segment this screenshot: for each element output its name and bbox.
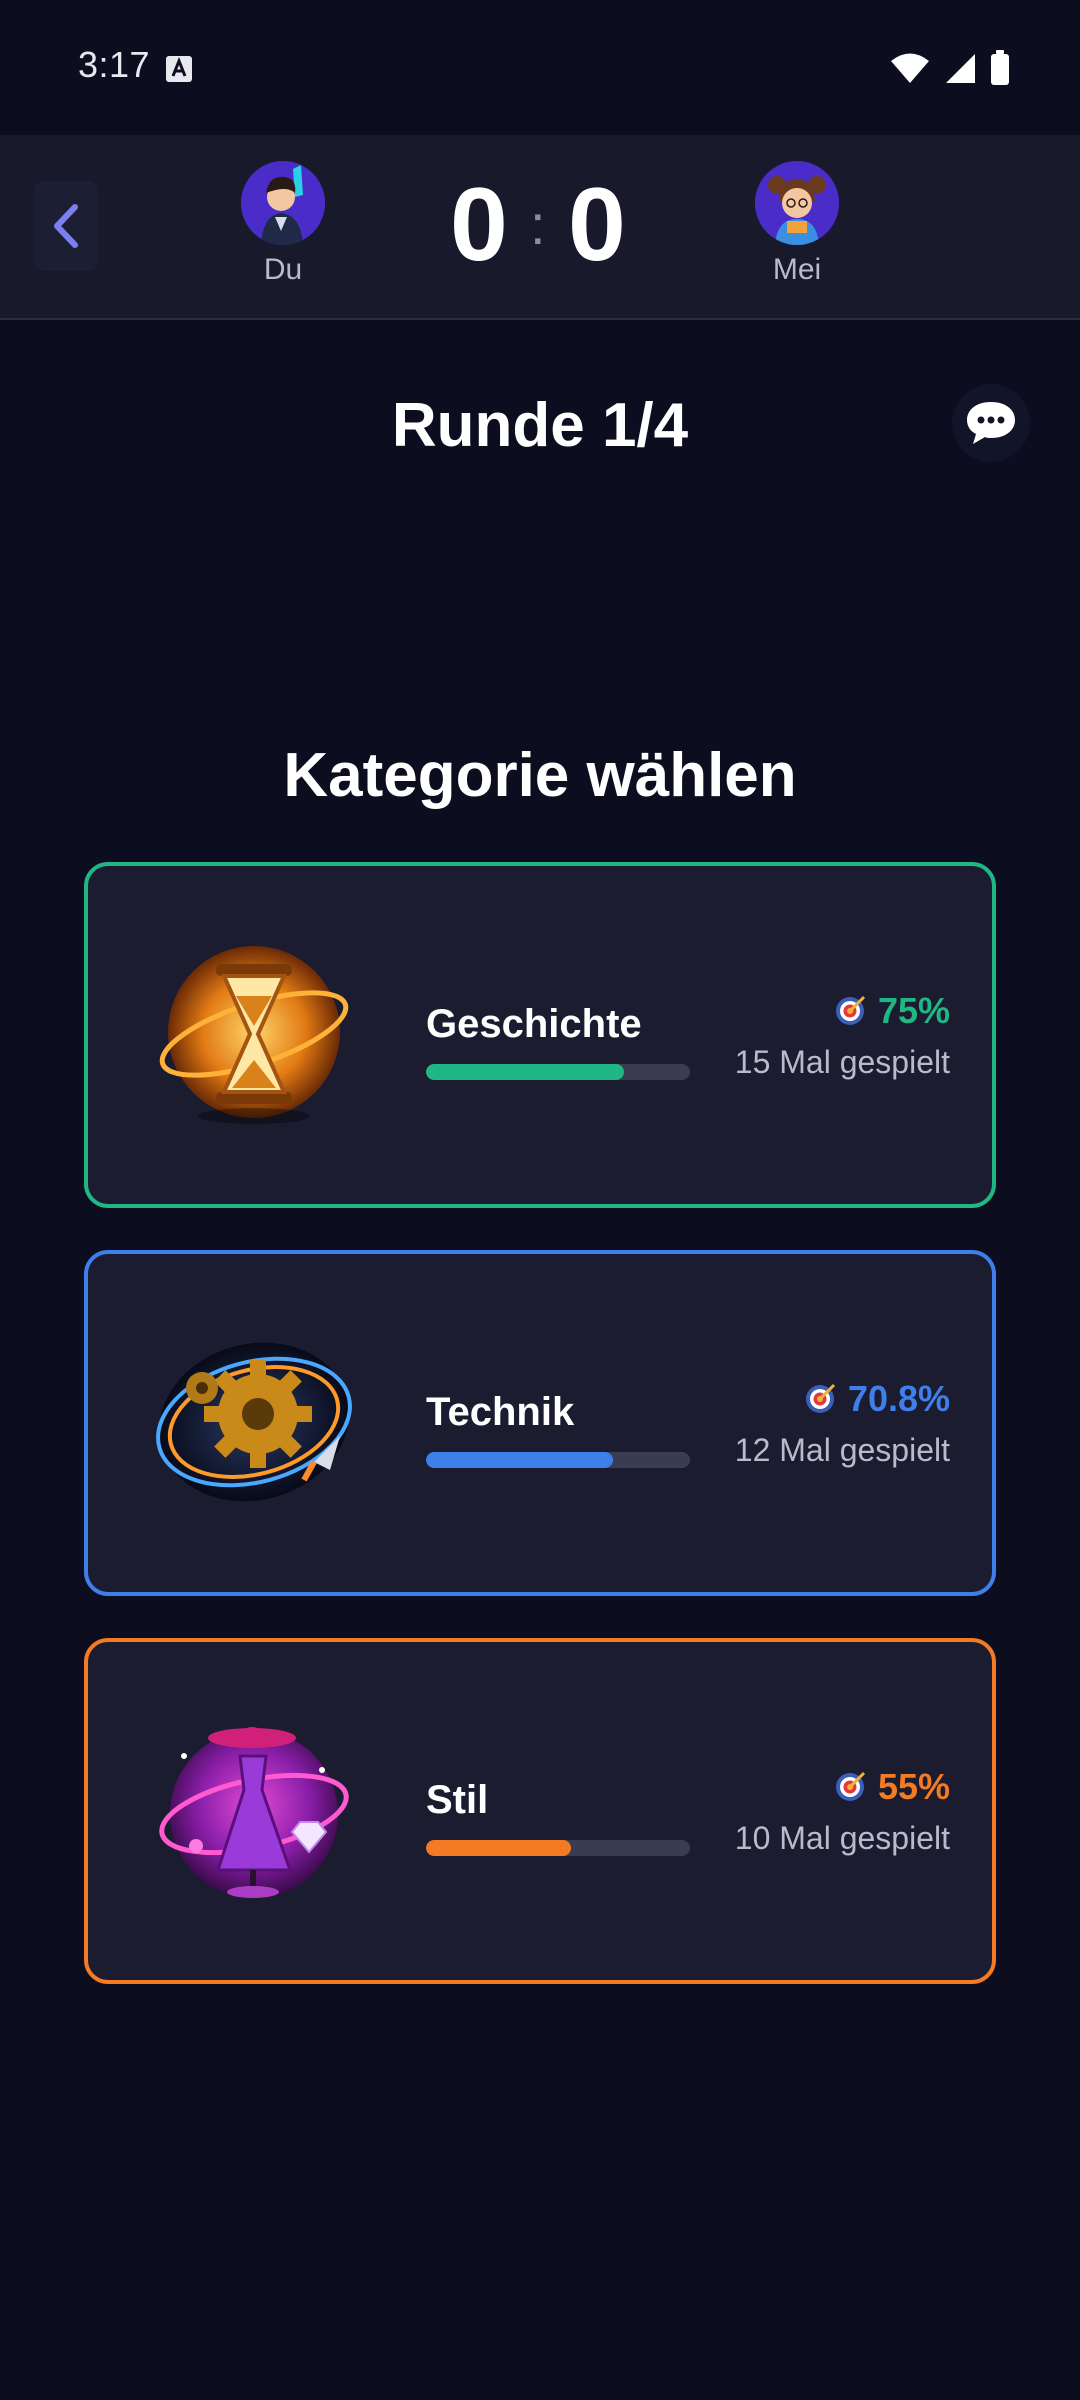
category-name: Geschichte	[426, 1002, 642, 1046]
player-opponent: Mei	[732, 161, 862, 287]
success-rate: 70.8%	[802, 1378, 950, 1420]
category-card-stil[interactable]: Stil 55% 10 Mal gespielt	[84, 1638, 996, 1984]
times-played: 10 Mal gespielt	[734, 1820, 950, 1856]
status-bar: 3:17	[0, 0, 1080, 135]
progress-bar	[426, 1840, 690, 1856]
chat-button[interactable]	[952, 384, 1030, 462]
player-name: Du	[263, 253, 303, 286]
avatar	[241, 161, 325, 245]
score-header: Du 0 : 0 Mei	[0, 135, 1080, 320]
progress-bar	[426, 1064, 690, 1080]
battery-icon	[991, 50, 1009, 85]
category-card-technik[interactable]: Technik 70.8% 12 Mal gespielt	[84, 1250, 996, 1596]
wifi-icon	[891, 53, 929, 83]
times-played: 12 Mal gespielt	[734, 1432, 950, 1468]
target-icon	[835, 995, 865, 1025]
back-button[interactable]	[34, 181, 98, 271]
avatar	[755, 161, 839, 245]
score-separator: :	[530, 193, 546, 256]
rate-value: 70.8%	[847, 1378, 950, 1419]
signal-icon	[946, 54, 975, 83]
chevron-left-icon	[54, 204, 78, 248]
player-self: Du	[218, 161, 348, 287]
section-title: Kategorie wählen	[283, 741, 797, 810]
round-title: Runde 1/4	[391, 391, 689, 460]
hourglass-icon	[154, 934, 354, 1134]
success-rate: 75%	[832, 990, 950, 1032]
progress-fill	[426, 1452, 613, 1468]
times-played: 15 Mal gespielt	[734, 1044, 950, 1080]
rate-value: 75%	[877, 990, 950, 1031]
player-name: Mei	[772, 253, 822, 286]
progress-bar	[426, 1452, 690, 1468]
keyboard-a-icon	[166, 56, 192, 82]
score-self: 0	[450, 167, 508, 283]
dress-icon	[154, 1710, 354, 1910]
category-card-geschichte[interactable]: Geschichte 75% 15 Mal gespielt	[84, 862, 996, 1208]
rate-value: 55%	[877, 1766, 950, 1807]
status-icons	[890, 48, 1010, 88]
progress-fill	[426, 1064, 624, 1080]
category-name: Technik	[426, 1390, 575, 1434]
target-icon	[805, 1383, 835, 1413]
chat-bubble-icon	[967, 402, 1015, 444]
gears-icon	[154, 1322, 354, 1522]
score-opponent: 0	[568, 167, 626, 283]
progress-fill	[426, 1840, 572, 1856]
status-time: 3:17	[78, 44, 151, 85]
category-name: Stil	[426, 1778, 489, 1822]
target-icon	[835, 1771, 865, 1801]
success-rate: 55%	[832, 1766, 950, 1808]
